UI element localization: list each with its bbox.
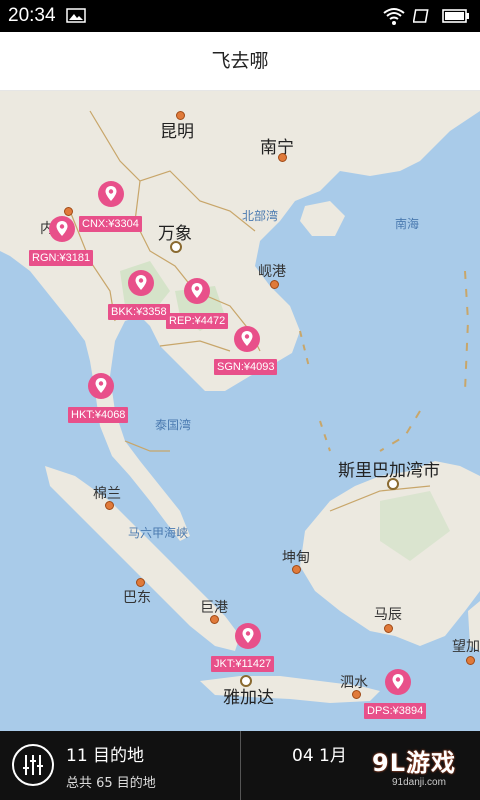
date-selector[interactable]: 04 1月	[292, 741, 347, 766]
city-dot	[176, 111, 185, 120]
map-pin-icon[interactable]	[233, 325, 261, 353]
city-label-haiphong: 岘港	[258, 264, 286, 280]
status-time: 20:34	[8, 5, 56, 26]
destination-price-tag[interactable]: BKK:¥3358	[108, 304, 170, 320]
city-dot	[270, 280, 279, 289]
city-label-jakarta: 雅加达	[223, 688, 274, 708]
image-icon	[66, 8, 86, 23]
destination-count: 11 目的地	[66, 746, 145, 766]
filter-button[interactable]	[12, 744, 54, 786]
page-title: 飞去哪	[211, 50, 269, 72]
wifi-icon	[383, 8, 405, 25]
map-pin-icon[interactable]	[183, 277, 211, 305]
city-label-palembang: 巨港	[200, 600, 228, 616]
map-pin-icon[interactable]	[234, 622, 262, 650]
map-view[interactable]: 昆明 南宁 万象 岘港 内 北部湾 南海 泰国湾 马六甲海峡 斯里巴加湾市 棉兰…	[0, 91, 480, 731]
map-pin-icon[interactable]	[127, 269, 155, 297]
destination-price-tag[interactable]: DPS:¥3894	[364, 703, 427, 719]
capital-dot	[240, 675, 252, 687]
destination-price-tag[interactable]: HKT:¥4068	[68, 407, 129, 423]
city-dot	[292, 565, 301, 574]
city-dot	[210, 615, 219, 624]
map-pin-icon[interactable]	[384, 668, 412, 696]
map-pin-icon[interactable]	[97, 180, 125, 208]
city-dot	[352, 690, 361, 699]
city-dot	[384, 624, 393, 633]
city-label-kunming: 昆明	[160, 122, 194, 142]
city-label-kota-kinabalu: 斯里巴加湾市	[338, 461, 440, 481]
map-pin-icon[interactable]	[87, 372, 115, 400]
sea-label-beibu: 北部湾	[242, 209, 279, 223]
city-label-pontianak: 坤甸	[282, 550, 310, 566]
battery-icon	[442, 9, 469, 23]
destination-price-tag[interactable]: SGN:¥4093	[214, 359, 278, 375]
city-dot	[278, 153, 287, 162]
map-pin-icon[interactable]	[48, 215, 76, 243]
watermark-url: 91danji.com	[392, 777, 446, 788]
sea-label-south-china-sea: 南海	[395, 217, 420, 231]
watermark-text: 9L游戏	[372, 749, 456, 777]
status-bar: 20:34	[0, 0, 480, 32]
city-dot	[136, 578, 145, 587]
city-label-surabaya: 泗水	[340, 675, 368, 691]
sea-label-malacca: 马六甲海峡	[128, 526, 189, 540]
bottom-divider	[240, 731, 241, 800]
watermark-logo: 9L游戏 91danji.com	[372, 743, 472, 797]
capital-dot	[387, 478, 399, 490]
sliders-icon	[23, 755, 43, 775]
city-label-padang: 巴东	[123, 590, 151, 606]
capital-dot	[170, 241, 182, 253]
destination-price-tag[interactable]: CNX:¥3304	[79, 216, 142, 232]
rotate-icon	[413, 9, 429, 23]
city-label-nanning: 南宁	[260, 138, 294, 158]
bottom-bar: 11 目的地 总共 65 目的地 04 1月 9L游戏 91danji.com	[0, 731, 480, 800]
city-label-medan: 棉兰	[93, 486, 121, 502]
app-header: 飞去哪	[0, 32, 480, 91]
destination-price-tag[interactable]: JKT:¥11427	[211, 656, 275, 672]
sea-label-gulf-of-thailand: 泰国湾	[155, 418, 192, 432]
city-label-banjarmasin: 马辰	[374, 607, 402, 623]
destination-price-tag[interactable]: RGN:¥3181	[29, 250, 94, 266]
city-dot	[466, 656, 475, 665]
destination-price-tag[interactable]: REP:¥4472	[166, 313, 229, 329]
city-label-other-right: 望加	[452, 639, 480, 655]
destination-total: 总共 65 目的地	[66, 776, 156, 791]
city-dot	[105, 501, 114, 510]
